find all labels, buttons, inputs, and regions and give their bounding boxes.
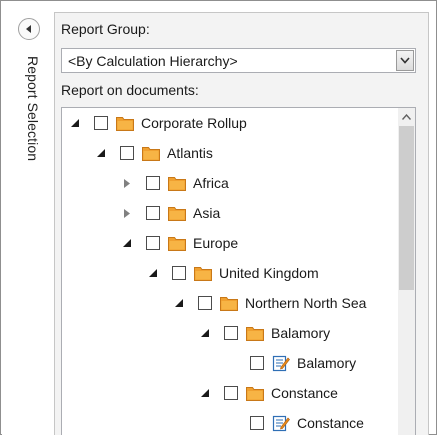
- tree-item-checkbox[interactable]: [146, 206, 160, 220]
- folder-icon: [246, 325, 264, 341]
- tree-item-checkbox[interactable]: [146, 236, 160, 250]
- expand-node-icon[interactable]: [120, 176, 134, 190]
- tree-item[interactable]: Atlantis: [94, 141, 213, 165]
- collapse-node-icon[interactable]: [198, 326, 212, 340]
- chevron-down-icon: [400, 57, 410, 64]
- tree-item[interactable]: Africa: [120, 171, 229, 195]
- tree-item-checkbox[interactable]: [198, 296, 212, 310]
- tree-vertical-scrollbar[interactable]: [398, 108, 415, 435]
- tree-item[interactable]: Constance: [224, 411, 364, 435]
- tree-item-label: Northern North Sea: [245, 295, 367, 311]
- tree-item-label: Constance: [271, 385, 338, 401]
- tree-item-label: Constance: [297, 415, 364, 431]
- folder-icon: [168, 175, 186, 191]
- tree-item-checkbox[interactable]: [120, 146, 134, 160]
- tree-item-checkbox[interactable]: [224, 386, 238, 400]
- folder-icon: [168, 235, 186, 251]
- report-group-selected-value: <By Calculation Hierarchy>: [68, 53, 238, 69]
- document-edit-icon: [272, 355, 290, 372]
- scroll-up-arrow-icon: [402, 113, 411, 120]
- tree-item-checkbox[interactable]: [250, 356, 264, 370]
- report-selection-panel: Report Group: <By Calculation Hierarchy>…: [54, 12, 429, 435]
- collapse-node-icon[interactable]: [172, 296, 186, 310]
- tree-item[interactable]: Balamory: [198, 321, 330, 345]
- folder-icon: [142, 145, 160, 161]
- folder-icon: [220, 295, 238, 311]
- report-group-dropdown-button[interactable]: [396, 50, 414, 71]
- collapse-node-icon[interactable]: [120, 236, 134, 250]
- folder-icon: [116, 115, 134, 131]
- tree-item[interactable]: Northern North Sea: [172, 291, 366, 315]
- chevron-left-icon: [26, 25, 31, 33]
- tree-item-checkbox[interactable]: [146, 176, 160, 190]
- tree-item-label: Europe: [193, 235, 239, 251]
- tree-item[interactable]: Europe: [120, 231, 238, 255]
- tree-item-label: Corporate Rollup: [141, 115, 247, 131]
- tree-item[interactable]: Asia: [120, 201, 220, 225]
- scroll-up-button[interactable]: [398, 108, 415, 125]
- documents-tree[interactable]: Corporate Rollup Atlantis Africa Asia Europe…: [61, 107, 416, 435]
- collapse-node-icon[interactable]: [94, 146, 108, 160]
- tree-item-label: Balamory: [297, 355, 357, 371]
- tree-item[interactable]: United Kingdom: [146, 261, 319, 285]
- tree-item-label: Balamory: [271, 325, 331, 341]
- tree-item-label: Asia: [193, 205, 221, 221]
- report-selection-sidebar: Report Selection: [2, 2, 54, 435]
- expand-node-icon[interactable]: [120, 206, 134, 220]
- document-edit-icon: [272, 415, 290, 432]
- report-window: Report Selection Report Group: <By Calcu…: [0, 0, 437, 435]
- scrollbar-thumb[interactable]: [399, 126, 414, 290]
- tree-item-label: United Kingdom: [219, 265, 319, 281]
- tree-item-checkbox[interactable]: [250, 416, 264, 430]
- collapse-sidebar-button[interactable]: [18, 18, 40, 40]
- collapse-node-icon[interactable]: [198, 386, 212, 400]
- tree-item[interactable]: Balamory: [224, 351, 356, 375]
- tree-item-checkbox[interactable]: [224, 326, 238, 340]
- report-group-select[interactable]: <By Calculation Hierarchy>: [61, 48, 416, 73]
- folder-icon: [246, 385, 264, 401]
- sidebar-title-text: Report Selection: [25, 56, 41, 162]
- tree-item[interactable]: Corporate Rollup: [68, 111, 247, 135]
- report-group-label: Report Group:: [61, 21, 150, 37]
- folder-icon: [194, 265, 212, 281]
- collapse-node-icon[interactable]: [146, 266, 160, 280]
- tree-item[interactable]: Constance: [198, 381, 338, 405]
- report-documents-label: Report on documents:: [61, 82, 199, 98]
- folder-icon: [168, 205, 186, 221]
- tree-item-checkbox[interactable]: [94, 116, 108, 130]
- tree-expander-placeholder: [224, 356, 238, 370]
- tree-expander-placeholder: [224, 416, 238, 430]
- collapse-node-icon[interactable]: [68, 116, 82, 130]
- tree-item-checkbox[interactable]: [172, 266, 186, 280]
- tree-item-label: Africa: [193, 175, 229, 191]
- tree-item-label: Atlantis: [167, 145, 213, 161]
- sidebar-title[interactable]: Report Selection: [21, 56, 41, 176]
